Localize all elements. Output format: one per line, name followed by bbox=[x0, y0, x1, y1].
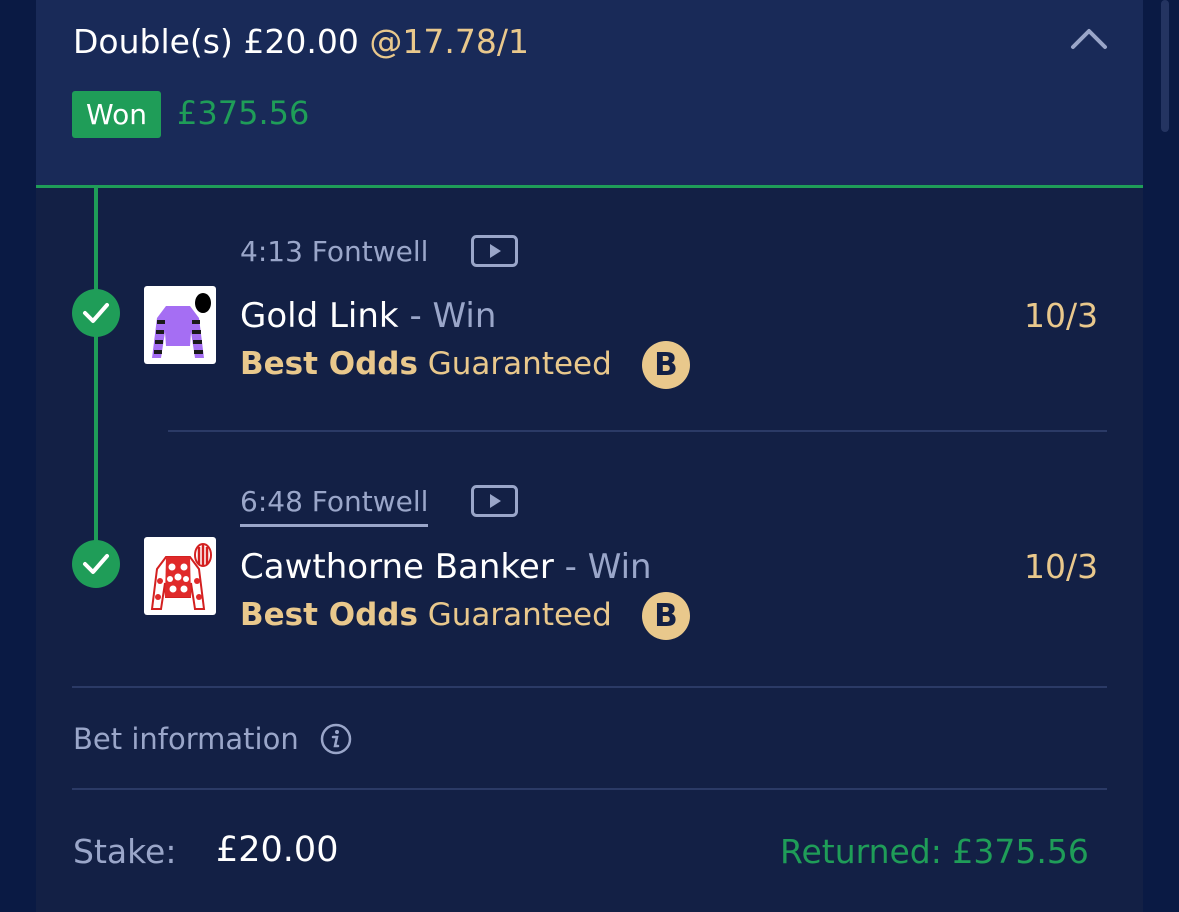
section-divider bbox=[72, 788, 1107, 790]
selection-name: Cawthorne Banker - Win bbox=[240, 547, 652, 587]
won-amount: £375.56 bbox=[177, 94, 310, 132]
horse-name: Gold Link bbox=[240, 296, 399, 336]
leg-check-icon bbox=[72, 540, 120, 588]
leg-price: 10/3 bbox=[1024, 547, 1099, 586]
bet-type: Double(s) bbox=[73, 22, 233, 61]
silks-icon bbox=[144, 537, 216, 615]
header-divider bbox=[36, 185, 1143, 188]
section-divider bbox=[72, 686, 1107, 688]
bog-icon: B bbox=[642, 341, 690, 389]
stake-label: Stake: bbox=[73, 832, 177, 871]
bet-header[interactable]: Double(s) £20.00 @17.78/1 Won £375.56 bbox=[36, 0, 1143, 186]
leg-price: 10/3 bbox=[1024, 296, 1099, 335]
play-icon[interactable] bbox=[471, 485, 518, 517]
bet-title: Double(s) £20.00 @17.78/1 bbox=[73, 22, 529, 61]
bog-rest: Guaranteed bbox=[427, 597, 612, 633]
bet-information-label[interactable]: Bet information bbox=[73, 722, 299, 756]
bog-bold: Best Odds bbox=[240, 597, 418, 633]
bog-rest: Guaranteed bbox=[427, 346, 612, 382]
best-odds-guaranteed: Best Odds Guaranteed bbox=[240, 346, 612, 382]
play-icon[interactable] bbox=[471, 235, 518, 267]
returned-amount: Returned: £375.56 bbox=[780, 832, 1089, 871]
leg-divider bbox=[168, 430, 1107, 432]
leg-check-icon bbox=[72, 289, 120, 337]
bog-icon: B bbox=[642, 592, 690, 640]
status-badge: Won bbox=[72, 91, 161, 138]
chevron-up-icon[interactable] bbox=[1070, 26, 1108, 50]
bet-odds: @17.78/1 bbox=[369, 22, 529, 61]
market-name: - Win bbox=[564, 547, 652, 587]
horse-name: Cawthorne Banker bbox=[240, 547, 554, 587]
bog-bold: Best Odds bbox=[240, 346, 418, 382]
race-time-link[interactable]: 4:13 Fontwell bbox=[240, 235, 428, 268]
market-name: - Win bbox=[409, 296, 497, 336]
bet-stake: £20.00 bbox=[243, 22, 359, 61]
stake-value: £20.00 bbox=[216, 830, 339, 870]
race-time-link[interactable]: 6:48 Fontwell bbox=[240, 485, 429, 527]
best-odds-guaranteed: Best Odds Guaranteed bbox=[240, 597, 612, 633]
selection-name: Gold Link - Win bbox=[240, 296, 496, 336]
page-scrollbar[interactable] bbox=[1161, 0, 1169, 132]
info-icon[interactable] bbox=[320, 723, 352, 755]
leg-timeline bbox=[94, 188, 98, 568]
silks-icon bbox=[144, 286, 216, 364]
bet-card: Double(s) £20.00 @17.78/1 Won £375.56 4:… bbox=[36, 0, 1143, 912]
